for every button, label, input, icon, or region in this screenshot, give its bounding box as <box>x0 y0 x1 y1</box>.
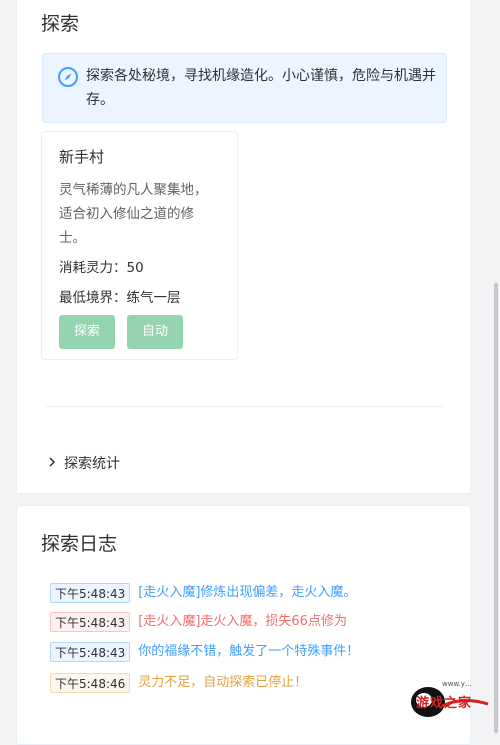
watermark-url: www.y… <box>442 680 472 688</box>
chevron-right-icon <box>49 457 56 467</box>
log-message: 灵力不足，自动探索已停止！ <box>138 675 308 690</box>
explore-card: 探索 探索各处秘境，寻找机缘造化。小心谨慎，危险与机遇并存。 新手村 灵气稀薄的… <box>16 0 471 494</box>
scrollbar[interactable] <box>492 0 500 734</box>
log-message: [走火入魔]走火入魔，损失66点修为 <box>138 614 347 629</box>
log-entry: 下午5:48:43 [走火入魔]修炼出现偏差，走火入魔。 <box>50 583 356 603</box>
location-card-newbie-village: 新手村 灵气稀薄的凡人聚集地，适合初入修仙之道的修士。 消耗灵力：50 最低境界… <box>41 131 238 360</box>
notice-text: 探索各处秘境，寻找机缘造化。小心谨慎，危险与机遇并存。 <box>86 68 436 108</box>
location-description: 灵气稀薄的凡人聚集地，适合初入修仙之道的修士。 <box>59 182 208 246</box>
explore-title: 探索 <box>41 13 80 35</box>
auto-explore-button[interactable]: 自动 <box>127 315 183 349</box>
explore-button[interactable]: 探索 <box>59 315 115 349</box>
explore-notice: 探索各处秘境，寻找机缘造化。小心谨慎，危险与机遇并存。 <box>42 53 447 123</box>
log-entry: 下午5:48:46 灵力不足，自动探索已停止！ <box>50 673 307 693</box>
log-title: 探索日志 <box>41 533 118 555</box>
location-min-realm: 最低境界：练气一层 <box>59 290 181 306</box>
log-card: 探索日志 下午5:48:43 [走火入魔]修炼出现偏差，走火入魔。 下午5:48:… <box>16 505 471 745</box>
compass-icon <box>58 67 78 87</box>
watermark-logo: www.y… 游戏之家 <box>408 678 490 722</box>
explore-stats-toggle[interactable]: 探索统计 <box>46 453 120 473</box>
stats-label: 探索统计 <box>64 456 120 472</box>
divider <box>46 406 444 407</box>
log-time: 下午5:48:43 <box>50 583 131 603</box>
watermark-text: 游戏之家 <box>416 696 473 711</box>
log-time: 下午5:48:43 <box>50 642 131 662</box>
log-message: [走火入魔]修炼出现偏差，走火入魔。 <box>138 585 357 600</box>
log-entry: 下午5:48:43 你的福缘不错，触发了一个特殊事件！ <box>50 642 359 662</box>
location-cost: 消耗灵力：50 <box>59 260 144 276</box>
log-time: 下午5:48:46 <box>50 673 131 693</box>
location-name: 新手村 <box>59 148 105 166</box>
scrollbar-thumb[interactable] <box>494 283 498 733</box>
log-message: 你的福缘不错，触发了一个特殊事件！ <box>138 644 360 659</box>
log-entry: 下午5:48:43 [走火入魔]走火入魔，损失66点修为 <box>50 612 347 632</box>
log-time: 下午5:48:43 <box>50 612 131 632</box>
